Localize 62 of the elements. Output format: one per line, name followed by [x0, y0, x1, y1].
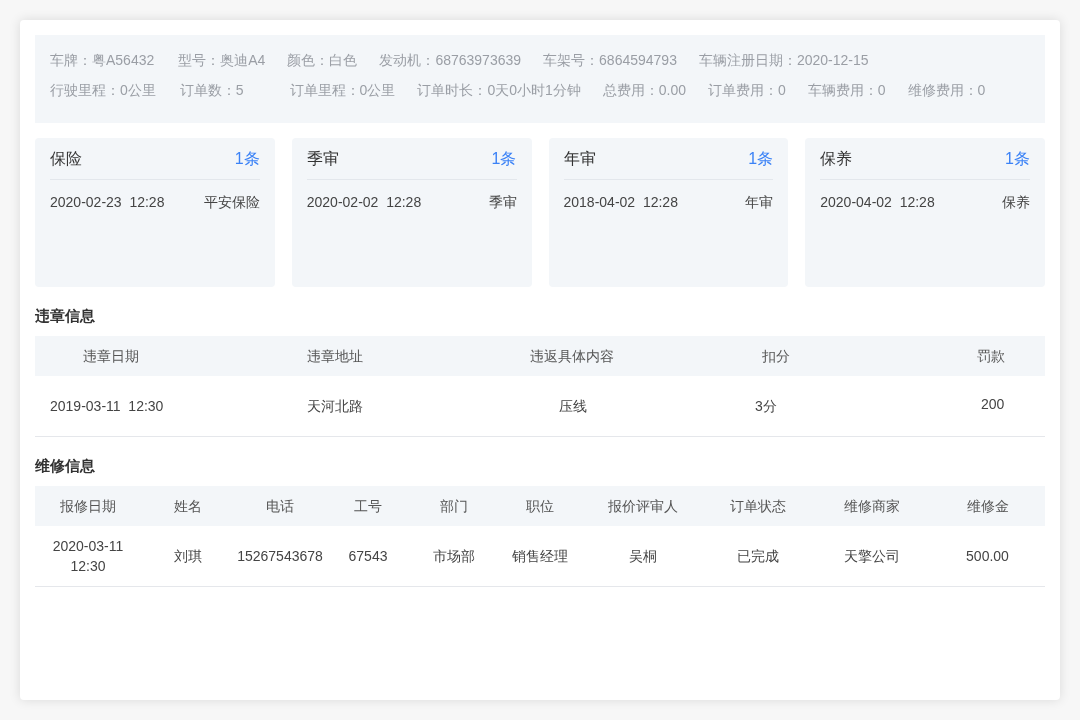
table-cell-text: 500.00 — [965, 547, 1010, 566]
column-header: 电话 — [265, 496, 295, 516]
info-field: 维修费用：0 — [907, 81, 986, 99]
column-header: 违章日期 — [82, 346, 140, 366]
table-cell-text: 15267543678 — [236, 547, 324, 566]
info-field: 型号：奥迪A4 — [178, 51, 266, 69]
column-header: 扣分 — [761, 346, 791, 366]
record-type: 季审 — [488, 193, 517, 212]
table-cell-text: 2019-03-11 12:30 — [49, 397, 165, 416]
info-field: 车辆费用：0 — [807, 81, 886, 99]
info-field: 发动机：68763973639 — [379, 51, 522, 69]
info-field: 订单时长：0天0小时1分钟 — [417, 81, 581, 99]
record-datetime: 2020-02-23 12:28 — [50, 193, 165, 212]
column-header: 姓名 — [173, 496, 203, 516]
table-cell-text: 市场部 — [431, 547, 476, 566]
record-type: 平安保险 — [203, 193, 260, 212]
card-title: 保养 — [820, 148, 853, 169]
table-cell-text: 200 — [980, 394, 1006, 414]
column-header: 部门 — [438, 496, 469, 516]
table-cell-text: 吴桐 — [628, 547, 658, 566]
column-header: 订单状态 — [729, 496, 787, 516]
table-cell-text: 2020-03-11 12:30 — [51, 537, 125, 576]
table-cell-text: 已完成 — [736, 547, 780, 566]
section-title: 违章信息 — [35, 306, 96, 326]
info-field: 车辆注册日期：2020-12-15 — [698, 51, 869, 69]
record-datetime: 2020-04-02 12:28 — [820, 193, 935, 212]
info-field: 车牌：粤A56432 — [50, 51, 155, 69]
table-cell-text: 刘琪 — [173, 547, 203, 566]
info-field: 车架号：6864594793 — [543, 51, 677, 69]
column-header: 维修商家 — [842, 496, 901, 516]
record-count: 1条 — [748, 148, 774, 169]
table-cell-text: 天擎公司 — [842, 547, 901, 566]
info-field: 订单数：5 — [179, 81, 244, 99]
record-type: 保养 — [1002, 193, 1030, 212]
record-count: 1条 — [491, 148, 517, 169]
table-cell-text: 3分 — [754, 397, 778, 416]
section-title: 维修信息 — [35, 456, 96, 476]
table-cell-text: 压线 — [558, 397, 588, 416]
info-field: 颜色：白色 — [287, 51, 358, 69]
info-field: 订单里程：0公里 — [289, 81, 396, 99]
info-field: 订单费用：0 — [708, 81, 786, 99]
record-type: 年审 — [745, 193, 774, 212]
card-title: 年审 — [563, 148, 596, 169]
column-header: 工号 — [353, 496, 383, 516]
card-title: 保险 — [50, 148, 82, 169]
info-field: 行驶里程：0公里 — [50, 81, 156, 99]
record-datetime: 2018-04-02 12:28 — [563, 193, 678, 212]
column-header: 职位 — [524, 496, 555, 516]
record-count: 1条 — [234, 148, 260, 169]
column-header: 违章地址 — [306, 346, 364, 366]
table-cell-text: 天河北路 — [306, 397, 364, 416]
table-cell-text: 销售经理 — [510, 547, 569, 566]
column-header: 维修金 — [965, 496, 1010, 516]
column-header: 报修日期 — [59, 496, 117, 516]
record-count: 1条 — [1005, 148, 1030, 169]
column-header: 报价评审人 — [607, 496, 679, 516]
column-header: 罚款 — [976, 346, 1006, 366]
card-title: 季审 — [306, 148, 339, 169]
column-header: 违返具体内容 — [529, 346, 615, 366]
table-cell-text: 67543 — [347, 547, 389, 566]
record-datetime: 2020-02-02 12:28 — [306, 193, 422, 212]
info-field: 总费用：0.00 — [602, 81, 686, 99]
